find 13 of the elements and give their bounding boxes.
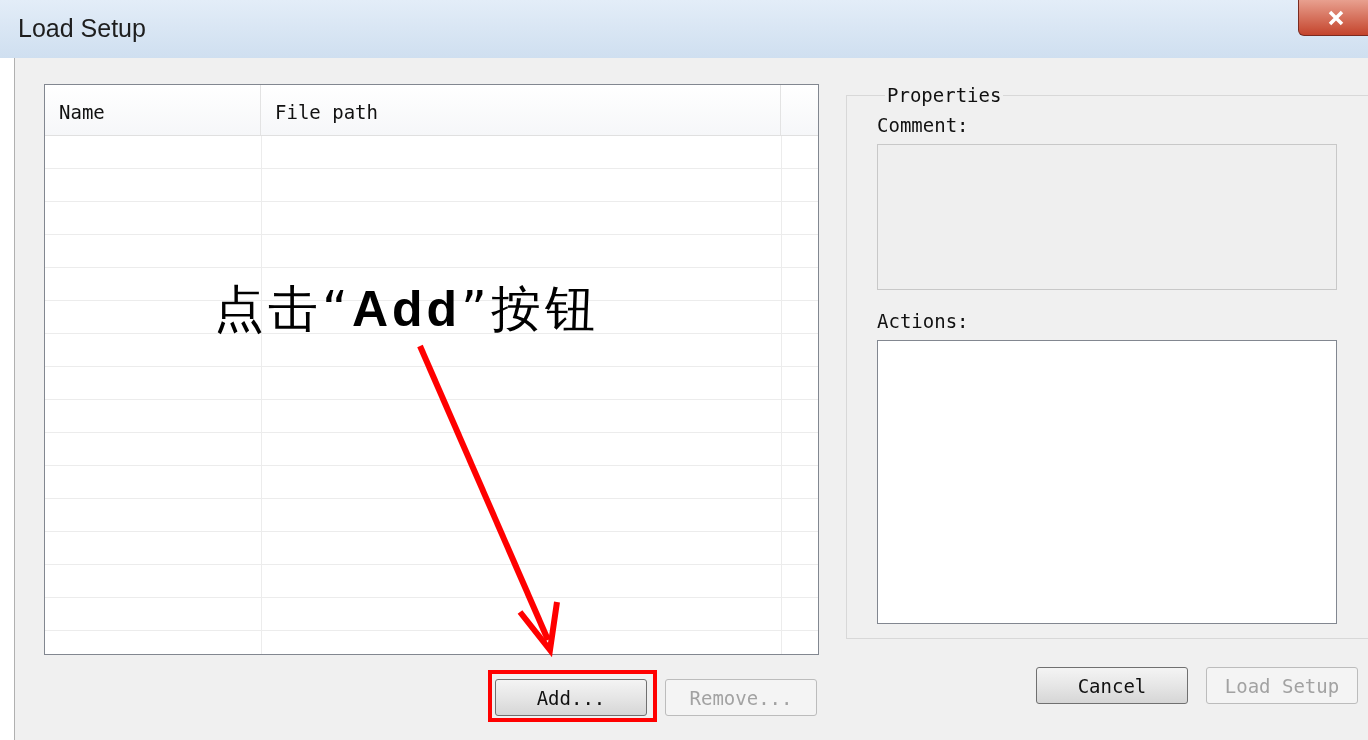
footer-button[interactable]: Cancel — [1036, 667, 1188, 704]
actions-label: Actions: — [877, 310, 970, 332]
annotation-text: 点击“Add”按钮 — [214, 279, 599, 340]
window-title: Load Setup — [18, 14, 146, 43]
column-header[interactable]: File path — [261, 85, 781, 135]
group-title: Properties — [886, 84, 1003, 106]
actions-field[interactable] — [877, 340, 1337, 624]
close-button[interactable] — [1298, 0, 1368, 36]
column-header[interactable]: Name — [45, 85, 261, 135]
close-icon — [1327, 9, 1345, 26]
dialog-button[interactable]: Add... — [495, 679, 647, 716]
comment-field[interactable] — [877, 144, 1337, 290]
comment-label: Comment: — [877, 114, 970, 136]
